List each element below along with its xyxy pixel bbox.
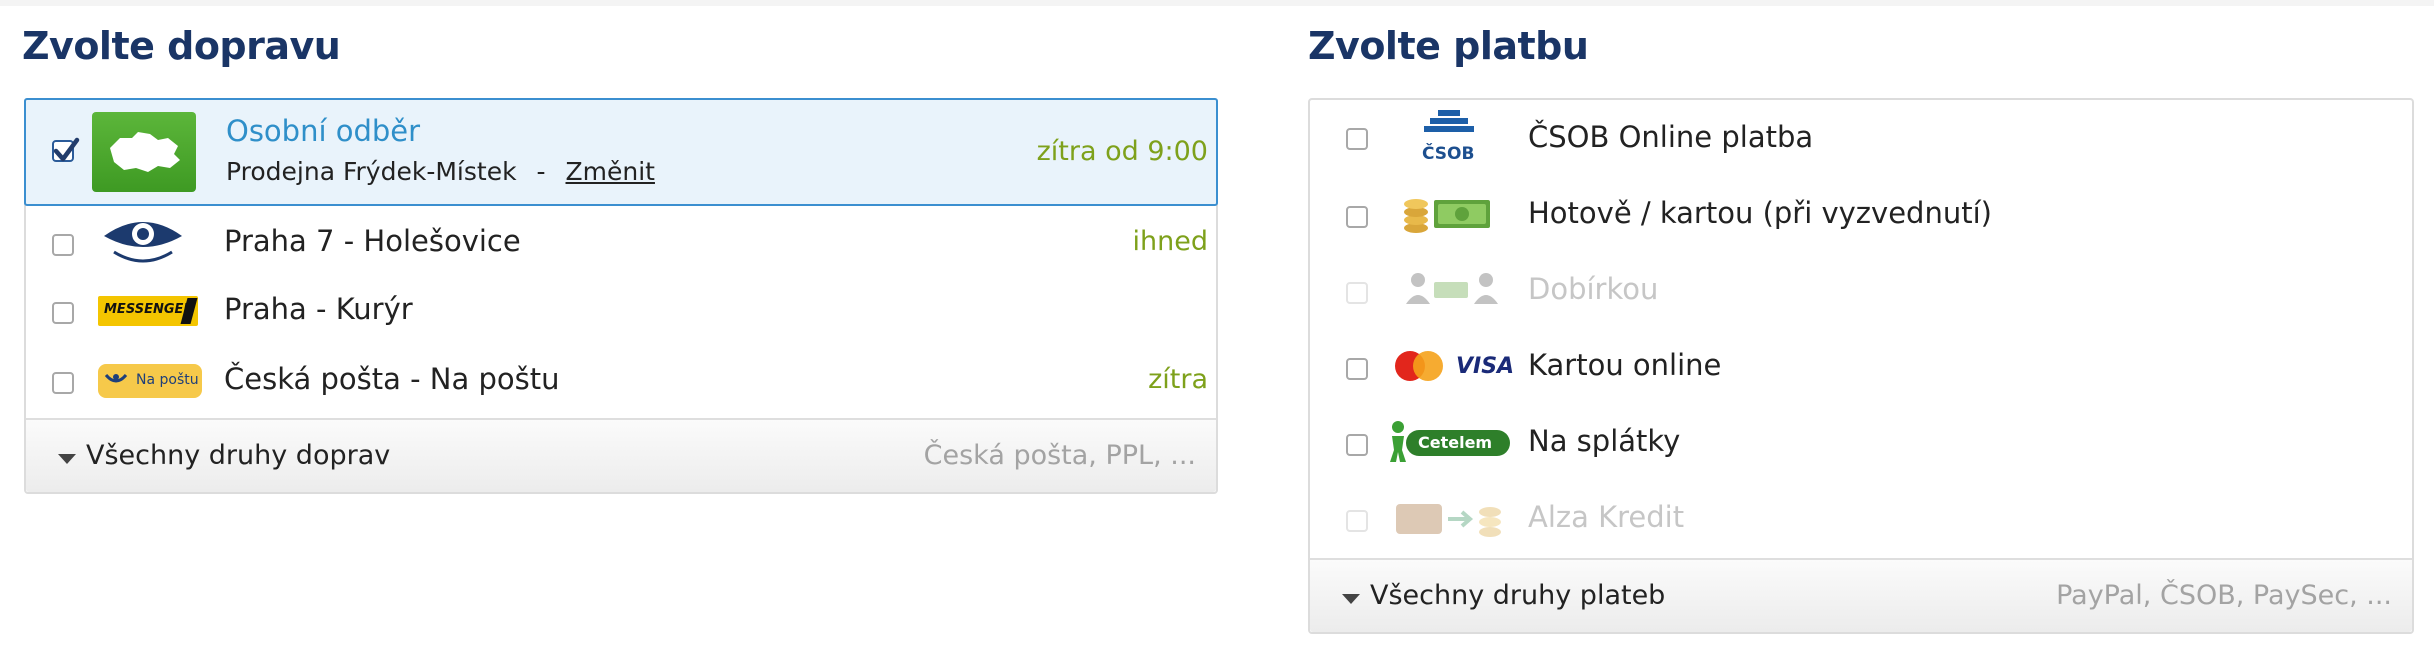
payment-option-label: Kartou online: [1528, 348, 1722, 382]
cash-on-delivery-icon: [1402, 268, 1502, 312]
showroom-eye-logo: [98, 214, 188, 268]
payment-checkbox-installments[interactable]: [1346, 434, 1368, 456]
shipping-panel: Osobní odběr Prodejna Frýdek-Místek - Zm…: [24, 98, 1218, 494]
payment-option-label: ČSOB Online platba: [1528, 120, 1814, 154]
shipping-option-label: Osobní odběr: [226, 114, 421, 148]
shipping-option-personal-pickup[interactable]: Osobní odběr Prodejna Frýdek-Místek - Zm…: [24, 98, 1218, 206]
shipping-option-time: ihned: [1132, 226, 1208, 257]
payment-panel: ČSOB ČSOB Online platba Hotově / kartou …: [1308, 98, 2414, 634]
mastercard-visa-logo: VISA: [1390, 346, 1520, 386]
shipping-option-czech-post[interactable]: Na poštu Česká pošta - Na poštu zítra: [26, 346, 1216, 418]
shipping-footer-hint: Česká pošta, PPL, ...: [923, 440, 1196, 471]
csob-logo: ČSOB: [1416, 108, 1482, 168]
payment-option-csob[interactable]: ČSOB ČSOB Online platba: [1310, 100, 2412, 176]
cetelem-logo: Cetelem: [1388, 420, 1514, 464]
payment-option-card-online[interactable]: VISA Kartou online: [1310, 328, 2412, 404]
payment-option-installments[interactable]: Cetelem Na splátky: [1310, 404, 2412, 480]
chevron-down-icon: [1342, 594, 1360, 604]
payment-footer-hint: PayPal, ČSOB, PaySec, ...: [2056, 580, 2392, 611]
payment-option-label: Alza Kredit: [1528, 500, 1685, 534]
payment-option-cash[interactable]: Hotově / kartou (při vyzvednutí): [1310, 176, 2412, 252]
payment-checkbox-card-online[interactable]: [1346, 358, 1368, 380]
shipping-checkbox-personal-pickup[interactable]: [52, 137, 80, 162]
messenger-logo: MESSENGER: [98, 296, 198, 326]
shipping-title: Zvolte dopravu: [22, 24, 341, 68]
payment-checkbox-csob[interactable]: [1346, 128, 1368, 150]
shipping-checkbox-czech-post[interactable]: [52, 372, 74, 394]
shipping-option-time: zítra od 9:00: [1036, 136, 1208, 167]
payment-option-label: Na splátky: [1528, 424, 1681, 458]
shipping-checkbox-courier[interactable]: [52, 302, 74, 324]
payment-option-label: Dobírkou: [1528, 272, 1659, 306]
payment-all-options-toggle[interactable]: Všechny druhy plateb PayPal, ČSOB, PaySe…: [1310, 558, 2412, 632]
shipping-checkbox-showroom[interactable]: [52, 234, 74, 256]
payment-footer-label: Všechny druhy plateb: [1370, 580, 1666, 611]
shipping-option-time: zítra: [1148, 364, 1208, 395]
payment-checkbox-alza-credit: [1346, 510, 1368, 532]
payment-checkbox-cod: [1346, 282, 1368, 304]
payment-option-label: Hotově / kartou (při vyzvednutí): [1528, 196, 1992, 230]
alza-credit-icon: [1390, 496, 1506, 540]
top-divider: [0, 0, 2434, 6]
shipping-all-options-toggle[interactable]: Všechny druhy doprav Česká pošta, PPL, .…: [26, 418, 1216, 492]
czech-map-icon: [92, 112, 196, 192]
chevron-down-icon: [58, 454, 76, 464]
pickup-store-name: Prodejna Frýdek-Místek: [226, 157, 517, 186]
ceska-posta-logo: Na poštu: [98, 364, 202, 398]
shipping-option-showroom[interactable]: Praha 7 - Holešovice ihned: [26, 206, 1216, 276]
shipping-footer-label: Všechny druhy doprav: [86, 440, 391, 471]
pickup-store: Prodejna Frýdek-Místek - Změnit: [226, 157, 655, 186]
cash-coins-icon: [1402, 192, 1494, 236]
payment-option-alza-credit: Alza Kredit: [1310, 480, 2412, 556]
pickup-separator: -: [536, 157, 546, 186]
shipping-option-label: Česká pošta - Na poštu: [224, 362, 560, 396]
shipping-option-courier[interactable]: MESSENGER Praha - Kurýr: [26, 276, 1216, 346]
shipping-option-label: Praha - Kurýr: [224, 292, 413, 326]
change-store-link[interactable]: Změnit: [566, 157, 655, 186]
payment-option-cod: Dobírkou: [1310, 252, 2412, 328]
shipping-option-label: Praha 7 - Holešovice: [224, 224, 521, 258]
payment-checkbox-cash[interactable]: [1346, 206, 1368, 228]
payment-title: Zvolte platbu: [1308, 24, 1589, 68]
